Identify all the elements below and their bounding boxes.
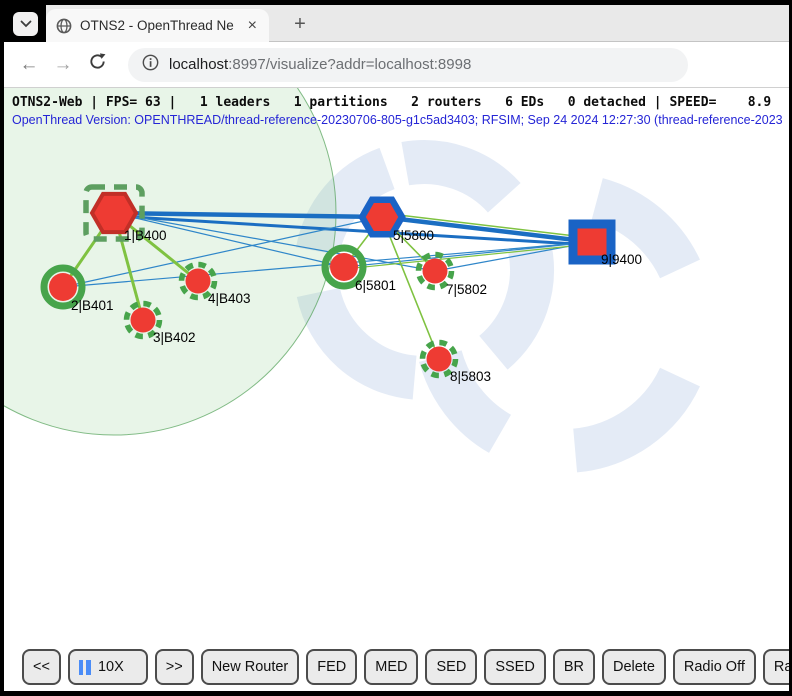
chevron-down-icon — [20, 20, 32, 28]
end-device-circle — [186, 269, 211, 294]
speed-down-button[interactable]: << — [22, 649, 61, 685]
fed-button-label: FED — [317, 659, 346, 675]
url-host: localhost — [169, 56, 228, 73]
url-bar: ← → localhost:8997/visualize?addr=localh… — [4, 42, 789, 88]
end-device-circle — [427, 347, 452, 372]
watermark-arc — [575, 377, 680, 450]
br-button-label: BR — [564, 659, 584, 675]
forward-icon[interactable]: → — [46, 54, 80, 76]
speed-up-button-label: >> — [166, 659, 183, 675]
action-toolbar: << 10X >> New Router FED MED SED SSED BR Delete Ra… — [22, 649, 789, 687]
browser-window: OTNS2 - OpenThread Ne × + ← → — [0, 0, 792, 696]
node-label: 6|5801 — [355, 278, 396, 293]
ssed-button[interactable]: SSED — [484, 649, 546, 685]
tab-close-icon[interactable]: × — [244, 17, 261, 35]
node-label: 2|B401 — [71, 298, 114, 313]
pause-icon — [79, 660, 91, 675]
radio-off-button-label: Radio Off — [684, 659, 745, 675]
url-text[interactable]: localhost:8997/visualize?addr=localhost:… — [169, 56, 471, 73]
ssed-button-label: SSED — [495, 659, 535, 675]
node-label: 1|B400 — [124, 228, 167, 243]
speed-down-button-label: << — [33, 659, 50, 675]
watermark-arc — [318, 292, 414, 377]
end-device-circle — [423, 259, 448, 284]
globe-icon — [56, 18, 72, 34]
link-6-9 — [344, 242, 592, 267]
site-info-icon[interactable] — [142, 54, 159, 76]
node-label: 5|5800 — [393, 228, 434, 243]
router-hexagon — [92, 194, 136, 232]
tab-search-button[interactable] — [13, 12, 38, 36]
end-device-circle — [49, 273, 77, 301]
watermark-arc — [493, 248, 532, 353]
node-label: 3|B402 — [153, 330, 196, 345]
radio-range-circle — [4, 88, 336, 435]
back-icon[interactable]: ← — [12, 54, 46, 76]
pause-speed-button-label: 10X — [98, 659, 124, 675]
speed-up-button[interactable]: >> — [155, 649, 194, 685]
node-7-5802[interactable]: 7|5802 — [419, 255, 488, 298]
radio-on-button-label: Radio On — [774, 659, 789, 675]
sed-button[interactable]: SED — [425, 649, 477, 685]
end-device-circle — [330, 253, 358, 281]
omnibox[interactable]: localhost:8997/visualize?addr=localhost:… — [128, 48, 688, 82]
new-tab-button[interactable]: + — [287, 11, 313, 37]
delete-button[interactable]: Delete — [602, 649, 666, 685]
node-label: 7|5802 — [446, 282, 487, 297]
radio-off-button[interactable]: Radio Off — [673, 649, 756, 685]
node-6-5801[interactable]: 6|5801 — [325, 248, 396, 293]
med-button-label: MED — [375, 659, 407, 675]
pause-speed-button[interactable]: 10X — [68, 649, 148, 685]
browser-tab[interactable]: OTNS2 - OpenThread Ne × — [46, 9, 269, 42]
visualizer-canvas[interactable]: 1|B400 2|B401 3|B402 4|B403 5|5800 6|5801 7|58… — [4, 88, 789, 691]
end-device-circle — [131, 308, 156, 333]
new-router-button[interactable]: New Router — [201, 649, 300, 685]
watermark-arc — [440, 356, 500, 434]
new-router-button-label: New Router — [212, 659, 289, 675]
med-button[interactable]: MED — [364, 649, 418, 685]
node-label: 9|9400 — [601, 252, 642, 267]
delete-button-label: Delete — [613, 659, 655, 675]
radio-on-button[interactable]: Radio On — [763, 649, 789, 685]
br-button[interactable]: BR — [553, 649, 595, 685]
node-label: 8|5803 — [450, 369, 491, 384]
sed-button-label: SED — [436, 659, 466, 675]
url-path: :8997/visualize?addr=localhost:8998 — [228, 56, 471, 73]
tab-title: OTNS2 - OpenThread Ne — [80, 18, 244, 33]
fed-button[interactable]: FED — [306, 649, 357, 685]
node-label: 4|B403 — [208, 291, 251, 306]
tab-strip: OTNS2 - OpenThread Ne × + — [4, 5, 789, 42]
watermark-arc — [405, 162, 504, 198]
reload-icon[interactable] — [80, 52, 114, 77]
network-canvas[interactable]: 1|B400 2|B401 3|B402 4|B403 5|5800 6|5801 7|58… — [4, 88, 789, 690]
